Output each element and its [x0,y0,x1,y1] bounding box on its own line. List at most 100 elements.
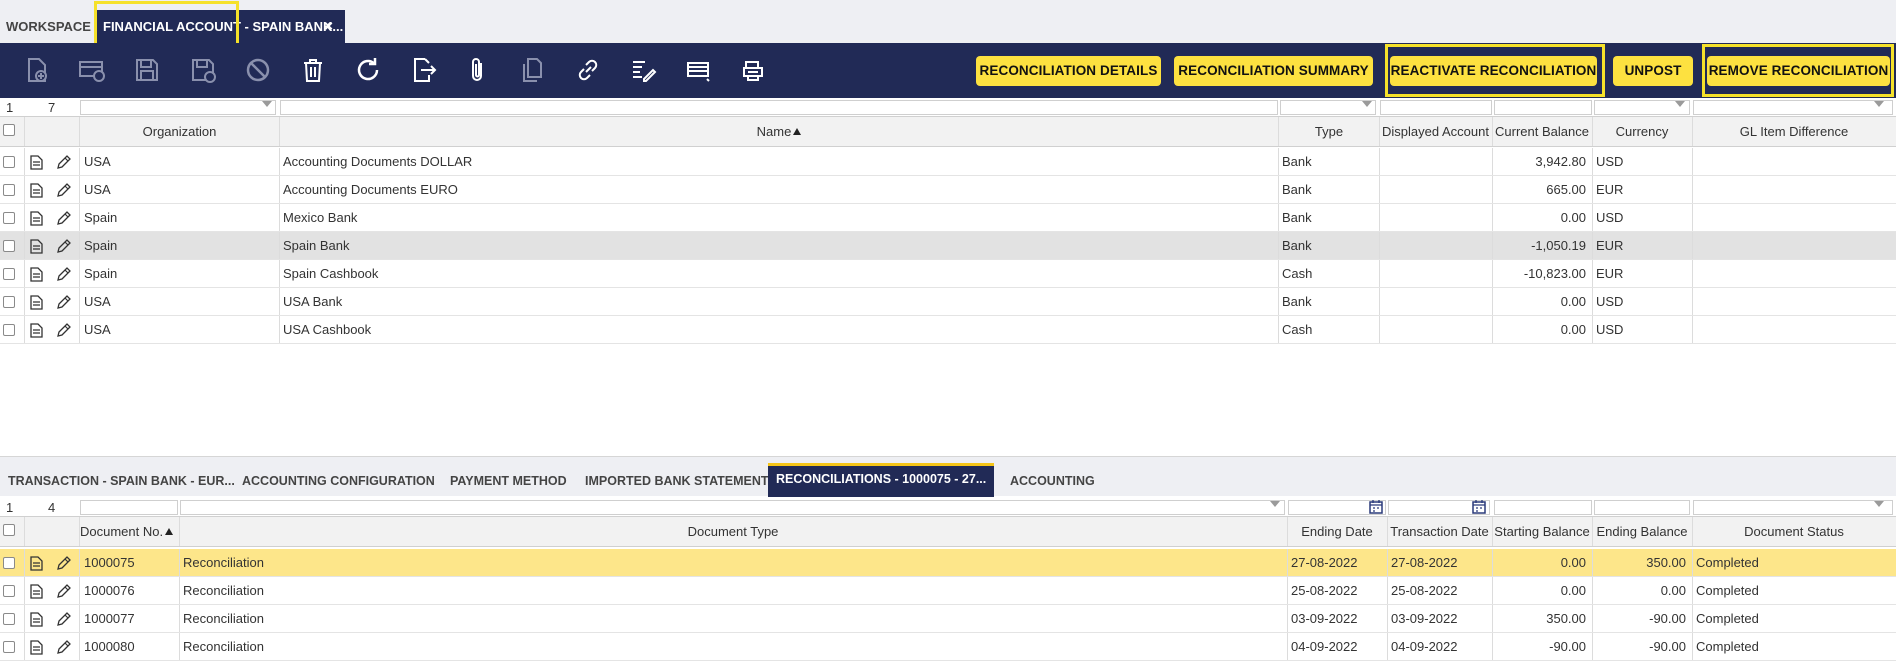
grid-view-icon[interactable] [683,55,713,85]
tab-imported-bank-statements[interactable]: IMPORTED BANK STATEMENTS [577,466,785,497]
form-view-icon[interactable] [30,267,43,282]
select-all-checkbox[interactable] [3,524,15,536]
row-checkbox[interactable] [3,641,15,653]
close-icon[interactable]: × [324,10,333,43]
audit-icon[interactable] [628,55,658,85]
edit-pencil-icon[interactable] [56,211,71,226]
column-header-document-status[interactable]: Document Status [1692,517,1896,546]
table-row[interactable]: USA USA Cashbook Cash 0.00 USD [0,316,1896,344]
starting-balance-filter-input[interactable] [1494,500,1592,515]
save-close-icon[interactable] [188,55,218,85]
new-document-icon[interactable] [21,55,51,85]
table-row[interactable]: 1000077 Reconciliation 03-09-2022 03-09-202… [0,605,1896,633]
edit-pencil-icon[interactable] [56,556,71,571]
link-icon[interactable] [573,55,603,85]
table-row[interactable]: Spain Spain Cashbook Cash -10,823.00 EUR [0,260,1896,288]
form-view-icon[interactable] [30,211,43,226]
gl-item-difference-filter-input[interactable] [1693,100,1893,115]
chevron-down-icon[interactable] [1874,101,1884,107]
column-header-type[interactable]: Type [1279,117,1379,146]
form-view-icon[interactable] [30,612,43,627]
form-view-icon[interactable] [30,584,43,599]
displayed-account-filter-input[interactable] [1380,100,1492,115]
column-header-current-balance[interactable]: Current Balance [1492,117,1592,146]
column-header-gl-item-difference[interactable]: GL Item Difference [1692,117,1896,146]
row-checkbox[interactable] [3,324,15,336]
row-checkbox[interactable] [3,296,15,308]
reconciliation-summary-button[interactable]: RECONCILIATION SUMMARY [1174,56,1373,86]
current-balance-filter-input[interactable] [1494,100,1592,115]
edit-pencil-icon[interactable] [56,323,71,338]
form-view-icon[interactable] [30,556,43,571]
row-checkbox[interactable] [3,184,15,196]
document-no-filter-input[interactable] [80,500,178,515]
chevron-down-icon[interactable] [262,101,272,107]
table-row[interactable]: 1000080 Reconciliation 04-09-2022 04-09-202… [0,633,1896,661]
chevron-down-icon[interactable] [1362,101,1372,107]
refresh-icon[interactable] [353,55,383,85]
column-header-organization[interactable]: Organization [80,117,279,146]
organization-filter-input[interactable] [80,100,276,115]
form-view-icon[interactable] [30,295,43,310]
form-view-icon[interactable] [30,183,43,198]
column-header-name[interactable]: Name [280,117,1278,146]
column-header-currency[interactable]: Currency [1592,117,1692,146]
tab-accounting-configuration[interactable]: ACCOUNTING CONFIGURATION [234,466,443,497]
save-icon[interactable] [132,55,162,85]
reconciliation-details-button[interactable]: RECONCILIATION DETAILS [976,56,1161,86]
row-checkbox[interactable] [3,585,15,597]
form-view-icon[interactable] [30,323,43,338]
calendar-icon[interactable] [1369,500,1383,514]
column-header-displayed-account[interactable]: Displayed Account [1379,117,1492,146]
chevron-down-icon[interactable] [1874,501,1884,507]
tab-reconciliations[interactable]: RECONCILIATIONS - 1000075 - 27... [768,463,994,497]
table-row[interactable]: Spain Mexico Bank Bank 0.00 USD [0,204,1896,232]
attachment-icon[interactable] [463,55,493,85]
select-all-checkbox[interactable] [3,124,15,136]
unpost-button[interactable]: UNPOST [1613,56,1693,86]
remove-reconciliation-button[interactable]: REMOVE RECONCILIATION [1707,56,1890,86]
table-row[interactable]: USA Accounting Documents DOLLAR Bank 3,942.… [0,148,1896,176]
row-checkbox[interactable] [3,613,15,625]
column-header-transaction-date[interactable]: Transaction Date [1387,517,1492,546]
print-icon[interactable] [738,55,768,85]
row-checkbox[interactable] [3,240,15,252]
column-header-document-no[interactable]: Document No. [80,517,179,546]
export-icon[interactable] [408,55,438,85]
tab-transaction[interactable]: TRANSACTION - SPAIN BANK - EUR... [0,466,243,497]
row-checkbox[interactable] [3,268,15,280]
name-filter-input[interactable] [280,100,1278,115]
chevron-down-icon[interactable] [1270,501,1280,507]
row-checkbox[interactable] [3,212,15,224]
form-view-icon[interactable] [30,640,43,655]
edit-pencil-icon[interactable] [56,640,71,655]
calendar-icon[interactable] [1472,500,1486,514]
tab-workspace[interactable]: WORKSPACE [0,10,91,43]
column-header-starting-balance[interactable]: Starting Balance [1492,517,1592,546]
tab-accounting[interactable]: ACCOUNTING [1002,466,1103,497]
table-row[interactable]: USA USA Bank Bank 0.00 USD [0,288,1896,316]
new-row-icon[interactable] [77,55,107,85]
edit-pencil-icon[interactable] [56,295,71,310]
edit-pencil-icon[interactable] [56,239,71,254]
row-checkbox[interactable] [3,156,15,168]
undo-icon[interactable] [243,55,273,85]
column-header-ending-balance[interactable]: Ending Balance [1592,517,1692,546]
ending-balance-filter-input[interactable] [1594,500,1690,515]
column-header-ending-date[interactable]: Ending Date [1287,517,1387,546]
edit-pencil-icon[interactable] [56,267,71,282]
form-view-icon[interactable] [30,155,43,170]
table-row[interactable]: USA Accounting Documents EURO Bank 665.00 EU… [0,176,1896,204]
delete-icon[interactable] [298,55,328,85]
edit-pencil-icon[interactable] [56,584,71,599]
table-row[interactable]: 1000076 Reconciliation 25-08-2022 25-08-202… [0,577,1896,605]
table-row[interactable]: Spain Spain Bank Bank -1,050.19 EUR [0,232,1896,260]
edit-pencil-icon[interactable] [56,155,71,170]
copy-record-icon[interactable] [518,55,548,85]
reactivate-reconciliation-button[interactable]: REACTIVATE RECONCILIATION [1390,56,1597,86]
edit-pencil-icon[interactable] [56,612,71,627]
chevron-down-icon[interactable] [1675,101,1685,107]
form-view-icon[interactable] [30,239,43,254]
table-row[interactable]: 1000075 Reconciliation 27-08-2022 27-08-202… [0,549,1896,577]
edit-pencil-icon[interactable] [56,183,71,198]
